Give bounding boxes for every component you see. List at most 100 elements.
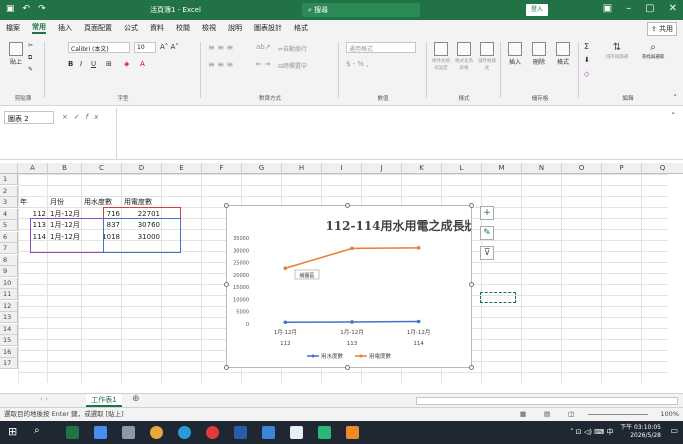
cell[interactable]: 113 xyxy=(20,220,46,231)
line-app-icon[interactable] xyxy=(318,426,331,439)
column-header-O[interactable]: O xyxy=(562,163,602,174)
row-header-2[interactable]: 2 xyxy=(0,185,18,197)
cell-styles-button[interactable]: 儲存格樣式 xyxy=(476,42,498,71)
word-icon[interactable] xyxy=(234,426,247,439)
column-header-I[interactable]: I xyxy=(322,163,362,174)
app-icon-red[interactable] xyxy=(206,426,219,439)
cell[interactable]: 112 xyxy=(20,209,46,220)
normal-view-icon[interactable]: ▦ xyxy=(520,408,526,421)
search-taskbar-icon[interactable]: ⌕ xyxy=(34,425,40,436)
cell[interactable]: 22701 xyxy=(124,209,160,220)
column-header-J[interactable]: J xyxy=(362,163,402,174)
cell[interactable]: 716 xyxy=(84,209,120,220)
chart-elements-button[interactable]: + xyxy=(480,206,494,220)
tab-4[interactable]: 公式 xyxy=(124,23,138,33)
bold-button[interactable]: B xyxy=(68,60,73,68)
app-icon-blue[interactable] xyxy=(262,426,275,439)
chart-styles-brush-icon[interactable]: ✎ xyxy=(480,226,494,240)
resize-handle[interactable] xyxy=(224,282,229,287)
column-header-Q[interactable]: Q xyxy=(642,163,683,174)
cell[interactable]: 31000 xyxy=(124,232,160,243)
column-header-F[interactable]: F xyxy=(202,163,242,174)
expand-formula-icon[interactable]: ˄ xyxy=(672,112,676,120)
collapse-ribbon-icon[interactable]: ˄ xyxy=(674,94,678,102)
column-header-A[interactable]: A xyxy=(18,163,48,174)
format-table-button[interactable]: 格式化為表格 xyxy=(453,42,475,71)
app-icon-orange[interactable] xyxy=(346,426,359,439)
close-icon[interactable]: ✕ xyxy=(669,3,677,14)
column-header-C[interactable]: C xyxy=(82,163,122,174)
cell[interactable]: 月份 xyxy=(50,197,80,208)
cell[interactable]: 年 xyxy=(20,197,46,208)
chrome-icon[interactable] xyxy=(150,426,163,439)
page-layout-icon[interactable]: ▤ xyxy=(544,408,550,421)
search-box[interactable]: ⌕ 搜尋 xyxy=(302,3,420,17)
add-sheet-icon[interactable]: ⊕ xyxy=(132,394,140,404)
page-break-icon[interactable]: ◫ xyxy=(568,408,574,421)
tab-7[interactable]: 檢視 xyxy=(202,23,216,33)
resize-handle[interactable] xyxy=(469,365,474,370)
line-chart[interactable]: 112-114用水用電之成長狀況 0 5000 10000 15000 20000 2500… xyxy=(224,203,489,370)
sort-filter-button[interactable]: ⇅ 排序與篩選 xyxy=(600,42,634,60)
edge-icon[interactable] xyxy=(178,426,191,439)
tab-1[interactable]: 常用 xyxy=(32,22,46,34)
grow-font-icon[interactable]: A˄ A˅ xyxy=(160,43,179,51)
row-header-15[interactable]: 15 xyxy=(0,335,18,346)
cell[interactable]: 用水度數 xyxy=(84,197,120,208)
font-color-icon[interactable]: A xyxy=(140,60,145,68)
merge-center-button[interactable]: ⊟跨欄置中 xyxy=(278,61,307,70)
clear-icon[interactable]: ◇ xyxy=(584,70,589,78)
row-header-12[interactable]: 12 xyxy=(0,300,18,312)
notepad-icon[interactable] xyxy=(290,426,303,439)
font-name-select[interactable]: Calibri (本文) xyxy=(68,42,130,53)
cell[interactable]: 837 xyxy=(84,220,120,231)
resize-handle[interactable] xyxy=(224,365,229,370)
row-header-13[interactable]: 13 xyxy=(0,312,18,323)
cell[interactable]: 114 xyxy=(20,232,46,243)
underline-button[interactable]: U xyxy=(91,60,96,68)
row-header-11[interactable]: 11 xyxy=(0,289,18,300)
row-header-17[interactable]: 17 xyxy=(0,358,18,369)
windows-start-icon[interactable]: ⊞ xyxy=(8,425,17,438)
tab-2[interactable]: 插入 xyxy=(58,23,72,33)
resize-handle[interactable] xyxy=(345,365,350,370)
fill-icon[interactable]: ⬇ xyxy=(584,56,590,64)
autosum-icon[interactable]: Σ xyxy=(584,42,589,51)
tab-10[interactable]: 格式 xyxy=(294,23,308,33)
row-header-1[interactable]: 1 xyxy=(0,174,18,185)
excel-taskbar-icon[interactable] xyxy=(66,426,79,439)
system-clock[interactable]: 下午 03:10:05 2026/5/28 xyxy=(620,424,661,440)
fill-color-icon[interactable]: ◈ xyxy=(124,60,129,68)
redo-icon[interactable]: ↷ xyxy=(38,4,46,14)
number-format-select[interactable]: 通用格式 xyxy=(346,42,416,53)
file-explorer-icon[interactable] xyxy=(94,426,107,439)
format-painter-icon[interactable]: ✎ xyxy=(28,66,33,73)
column-header-H[interactable]: H xyxy=(282,163,322,174)
column-header-G[interactable]: G xyxy=(242,163,282,174)
find-select-button[interactable]: ⌕ 尋找與選取 xyxy=(636,42,670,60)
cut-icon[interactable]: ✂ xyxy=(28,42,33,49)
cell[interactable]: 1月-12月 xyxy=(50,220,80,231)
tray-icons[interactable]: ˄ ⊡ ◁) ⌨ 中 xyxy=(570,427,613,437)
row-header-7[interactable]: 7 xyxy=(0,243,18,254)
resize-handle[interactable] xyxy=(345,203,350,208)
cell[interactable]: 1月-12月 xyxy=(50,209,80,220)
border-icon[interactable]: ⊞ xyxy=(106,60,112,68)
chart-filter-icon[interactable]: ⊽ xyxy=(480,246,494,260)
row-header-3[interactable]: 3 xyxy=(0,197,18,208)
tab-8[interactable]: 說明 xyxy=(228,23,242,33)
wrap-text-button[interactable]: ⇌自動換行 xyxy=(278,44,307,53)
enter-icon[interactable]: ✓ xyxy=(74,113,86,121)
italic-button[interactable]: I xyxy=(80,60,82,68)
undo-icon[interactable]: ↶ xyxy=(23,4,31,14)
login-button[interactable]: 登入 xyxy=(526,4,548,16)
cancel-icon[interactable]: × xyxy=(62,113,74,121)
tab-6[interactable]: 校閱 xyxy=(176,23,190,33)
delete-cells-button[interactable]: 刪除 xyxy=(528,42,550,66)
tab-3[interactable]: 頁面配置 xyxy=(84,23,112,33)
column-header-M[interactable]: M xyxy=(482,163,522,174)
ribbon-display-icon[interactable]: ▣ xyxy=(603,3,612,14)
row-header-10[interactable]: 10 xyxy=(0,277,18,289)
zoom-level[interactable]: 100% xyxy=(660,408,679,421)
column-header-L[interactable]: L xyxy=(442,163,482,174)
